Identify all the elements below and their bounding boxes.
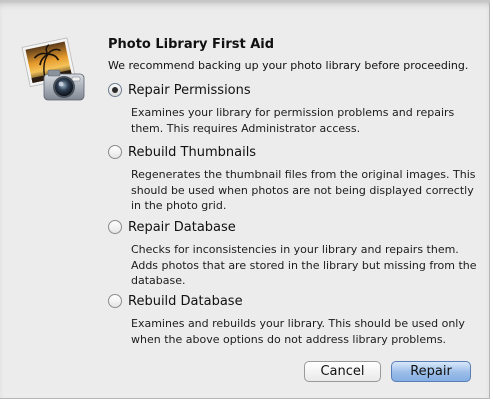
option-label[interactable]: Repair Database <box>128 220 236 235</box>
option-row[interactable]: Rebuild Thumbnails <box>108 143 478 161</box>
first-aid-dialog: Photo Library First Aid We recommend bac… <box>0 0 490 399</box>
option-rebuild-database[interactable]: Rebuild Database Examines and rebuilds y… <box>108 292 478 347</box>
option-label[interactable]: Rebuild Thumbnails <box>128 145 256 160</box>
radio-repair-permissions[interactable] <box>108 83 122 97</box>
option-row[interactable]: Rebuild Database <box>108 292 478 310</box>
sheet-top-edge <box>0 0 490 2</box>
option-label[interactable]: Rebuild Database <box>128 294 243 309</box>
option-row[interactable]: Repair Database <box>108 218 478 236</box>
description-line: Examines your library for permission pro… <box>131 106 455 119</box>
dialog-title: Photo Library First Aid <box>108 37 275 52</box>
radio-rebuild-database[interactable] <box>108 294 122 308</box>
option-description: Regenerates the thumbnail files from the… <box>131 167 478 214</box>
iphoto-camera-icon <box>21 37 85 101</box>
description-line: Examines and rebuilds your library. This… <box>131 317 465 330</box>
description-line: Regenerates the thumbnail files from the… <box>131 168 476 181</box>
option-repair-permissions[interactable]: Repair Permissions Examines your library… <box>108 81 478 136</box>
cancel-button[interactable]: Cancel <box>304 361 381 382</box>
description-line: when the above options do not address li… <box>131 332 447 346</box>
repair-button[interactable]: Repair <box>391 361 471 382</box>
description-line: should be used when photos are not being… <box>131 183 474 197</box>
description-line: Adds photos that are stored in the libra… <box>131 258 477 272</box>
description-line: Checks for inconsistencies in your libra… <box>131 243 459 256</box>
option-description: Checks for inconsistencies in your libra… <box>131 242 478 289</box>
option-repair-database[interactable]: Repair Database Checks for inconsistenci… <box>108 218 478 289</box>
radio-repair-database[interactable] <box>108 220 122 234</box>
option-rebuild-thumbnails[interactable]: Rebuild Thumbnails Regenerates the thumb… <box>108 143 478 214</box>
description-line: database. <box>131 274 186 287</box>
radio-rebuild-thumbnails[interactable] <box>108 145 122 159</box>
option-row[interactable]: Repair Permissions <box>108 81 478 99</box>
dialog-subtitle: We recommend backing up your photo libra… <box>108 59 469 72</box>
option-label[interactable]: Repair Permissions <box>128 83 251 98</box>
description-line: them. This requires Administrator access… <box>131 121 361 135</box>
option-description: Examines and rebuilds your library. This… <box>131 316 478 347</box>
option-description: Examines your library for permission pro… <box>131 105 478 136</box>
description-line: in the photo grid. <box>131 199 227 212</box>
